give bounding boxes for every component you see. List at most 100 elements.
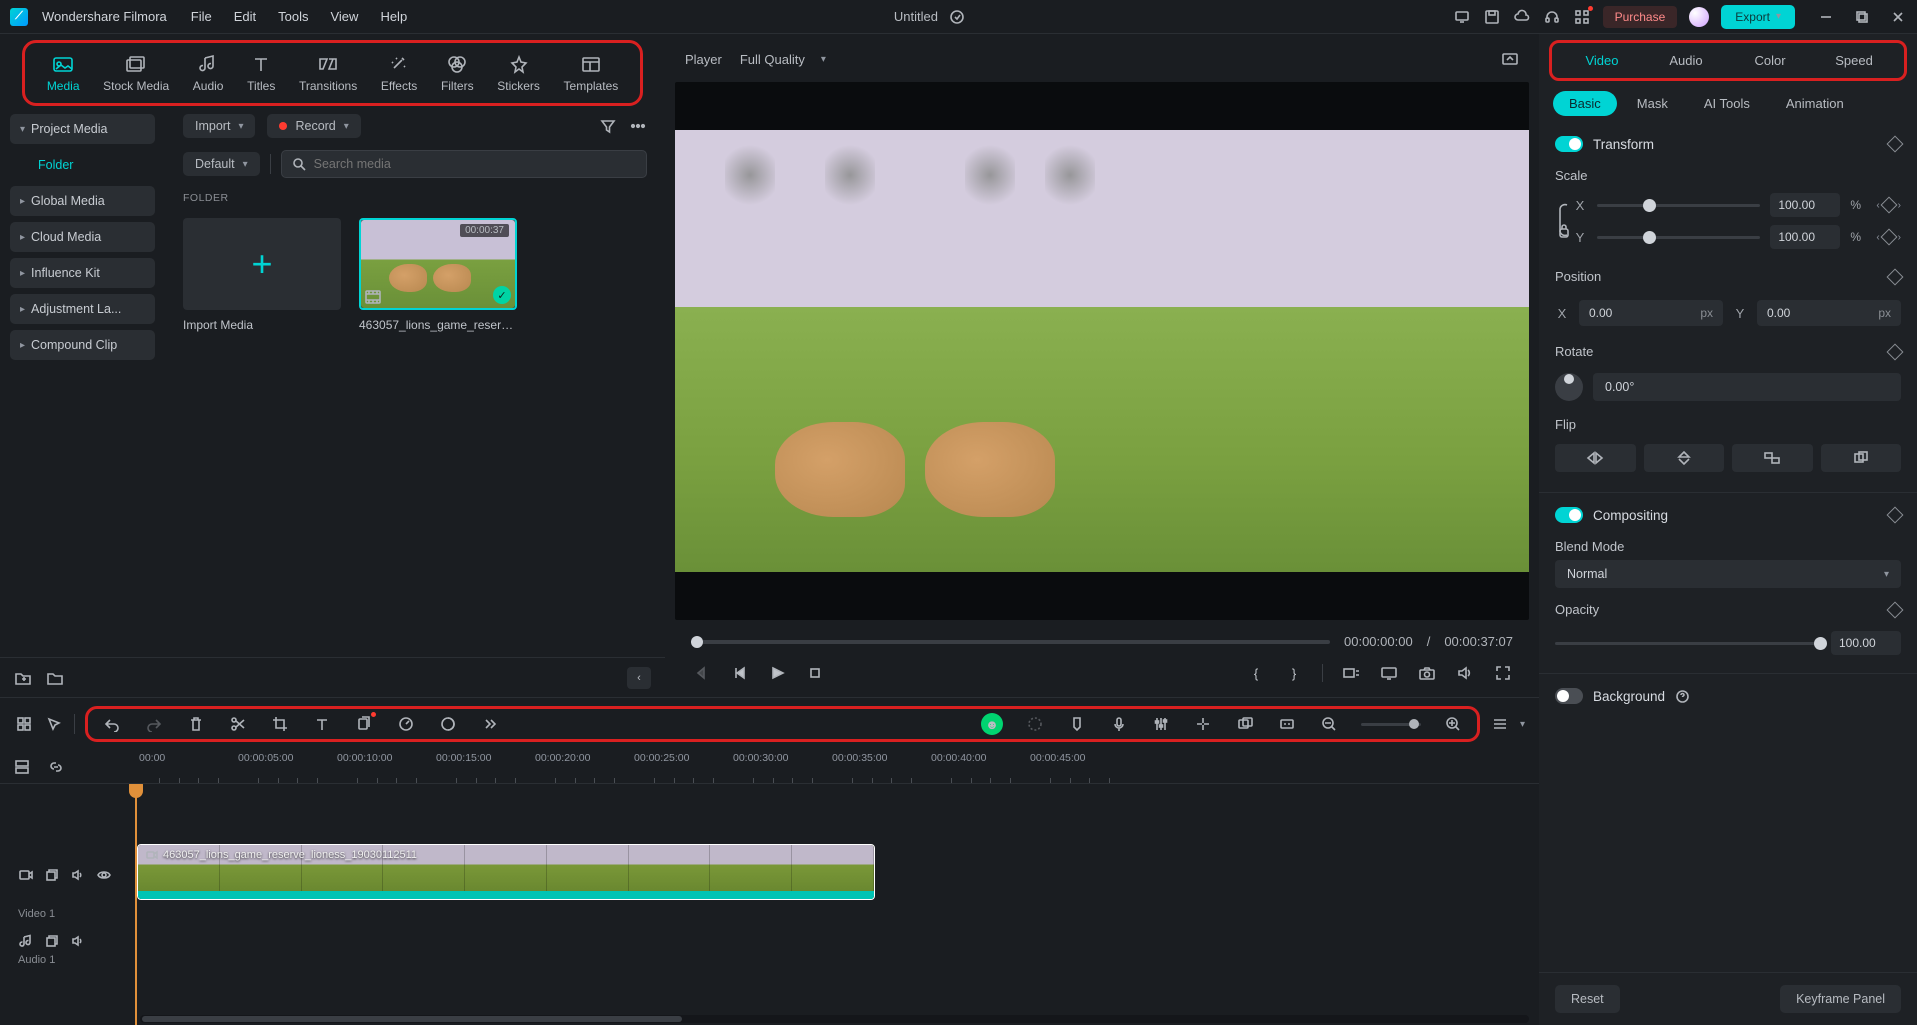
snapshot-compare-icon[interactable] bbox=[1501, 50, 1519, 68]
import-dropdown[interactable]: Import▾ bbox=[183, 114, 255, 138]
transform-toggle[interactable] bbox=[1555, 136, 1583, 152]
close-button[interactable] bbox=[1889, 8, 1907, 26]
tab-titles[interactable]: Titles bbox=[235, 49, 287, 97]
search-box[interactable] bbox=[281, 150, 647, 178]
scale-y-slider[interactable] bbox=[1597, 236, 1760, 239]
record-dropdown[interactable]: Record▾ bbox=[267, 114, 360, 138]
compositing-toggle[interactable] bbox=[1555, 507, 1583, 523]
flip-horizontal-button[interactable] bbox=[1555, 444, 1636, 472]
mark-in-button[interactable]: { bbox=[1246, 663, 1266, 683]
scrub-knob[interactable] bbox=[691, 636, 703, 648]
compositing-keyframe-icon[interactable] bbox=[1887, 507, 1904, 524]
voiceover-button[interactable] bbox=[1109, 714, 1129, 734]
link-xy-icon[interactable] bbox=[1557, 201, 1571, 241]
zoom-slider[interactable] bbox=[1361, 723, 1421, 726]
search-input[interactable] bbox=[314, 157, 636, 171]
sidebar-item-cloud-media[interactable]: ▸Cloud Media bbox=[10, 222, 155, 252]
mark-out-button[interactable]: } bbox=[1284, 663, 1304, 683]
auto-beat-button[interactable] bbox=[1193, 714, 1213, 734]
tab-filters[interactable]: Filters bbox=[429, 49, 485, 97]
rotate-dial[interactable] bbox=[1555, 373, 1583, 401]
sort-dropdown[interactable]: Default▾ bbox=[183, 152, 260, 176]
track-duplicate-icon[interactable] bbox=[44, 867, 60, 883]
opacity-field[interactable] bbox=[1831, 631, 1901, 655]
inspector-tab-audio[interactable]: Audio bbox=[1644, 49, 1728, 72]
color-button[interactable] bbox=[438, 714, 458, 734]
apps-icon[interactable] bbox=[1573, 8, 1591, 26]
split-button[interactable] bbox=[228, 714, 248, 734]
timeline-grid-icon[interactable] bbox=[14, 714, 34, 734]
quality-dropdown[interactable]: Full Quality▾ bbox=[740, 52, 826, 67]
sidebar-item-global-media[interactable]: ▸Global Media bbox=[10, 186, 155, 216]
filter-button[interactable] bbox=[599, 117, 617, 135]
caption-button[interactable] bbox=[1277, 714, 1297, 734]
audio-track-mute-icon[interactable] bbox=[70, 933, 86, 949]
blend-mode-select[interactable]: Normal▾ bbox=[1555, 560, 1901, 588]
import-media-tile[interactable]: + Import Media bbox=[183, 218, 341, 332]
keyframe-panel-button[interactable]: Keyframe Panel bbox=[1780, 985, 1901, 1013]
playhead[interactable] bbox=[135, 784, 137, 1025]
video-clip[interactable]: 463057_lions_game_reserve_lioness_190301… bbox=[137, 844, 875, 900]
track-visibility-icon[interactable] bbox=[96, 867, 112, 883]
track-mute-icon[interactable] bbox=[70, 867, 86, 883]
scale-y-field[interactable] bbox=[1770, 225, 1840, 249]
undo-button[interactable] bbox=[102, 714, 122, 734]
ai-face-icon[interactable]: ☻ bbox=[981, 713, 1003, 735]
tab-effects[interactable]: Effects bbox=[369, 49, 429, 97]
timeline-scrollbar[interactable] bbox=[140, 1015, 1529, 1023]
scale-x-field[interactable] bbox=[1770, 193, 1840, 217]
rotate-keyframe-icon[interactable] bbox=[1887, 343, 1904, 360]
headphones-icon[interactable] bbox=[1543, 8, 1561, 26]
new-folder-button[interactable] bbox=[14, 669, 32, 687]
timeline-select-icon[interactable] bbox=[44, 714, 64, 734]
user-avatar[interactable] bbox=[1689, 7, 1709, 27]
subtab-mask[interactable]: Mask bbox=[1621, 91, 1684, 116]
timeline-layers-icon[interactable] bbox=[12, 757, 32, 777]
prev-button[interactable] bbox=[691, 663, 711, 683]
menu-file[interactable]: File bbox=[191, 9, 212, 24]
tab-stock-media[interactable]: Stock Media bbox=[91, 49, 181, 97]
help-icon[interactable] bbox=[1675, 689, 1689, 703]
save-icon[interactable] bbox=[1483, 8, 1501, 26]
timeline-ruler[interactable]: 00:0000:00:05:0000:00:10:0000:00:15:0000… bbox=[135, 750, 1539, 783]
display-button[interactable] bbox=[1379, 663, 1399, 683]
stop-button[interactable] bbox=[805, 663, 825, 683]
new-bin-button[interactable] bbox=[46, 669, 64, 687]
maximize-button[interactable] bbox=[1853, 8, 1871, 26]
flip-vertical-button[interactable] bbox=[1644, 444, 1725, 472]
timeline-link-icon[interactable] bbox=[46, 757, 66, 777]
marker-button[interactable] bbox=[1067, 714, 1087, 734]
tab-transitions[interactable]: Transitions bbox=[287, 49, 369, 97]
rotate-field[interactable] bbox=[1593, 373, 1901, 401]
flip-both-button[interactable] bbox=[1732, 444, 1813, 472]
cloud-sync-icon[interactable] bbox=[948, 8, 966, 26]
more-tools-button[interactable] bbox=[480, 714, 500, 734]
more-menu-button[interactable] bbox=[629, 117, 647, 135]
media-clip-tile[interactable]: 00:00:37 ✓ 463057_lions_game_reserve_... bbox=[359, 218, 517, 332]
tab-media[interactable]: Media bbox=[35, 49, 91, 97]
timeline-view-button[interactable] bbox=[1490, 714, 1510, 734]
inspector-tab-color[interactable]: Color bbox=[1728, 49, 1812, 72]
position-keyframe-icon[interactable] bbox=[1887, 268, 1904, 285]
crop-button[interactable] bbox=[270, 714, 290, 734]
monitor-icon[interactable] bbox=[1453, 8, 1471, 26]
menu-tools[interactable]: Tools bbox=[278, 9, 308, 24]
zoom-in-button[interactable] bbox=[1443, 714, 1463, 734]
position-y-field[interactable]: 0.00px bbox=[1757, 300, 1901, 326]
sidebar-item-project-media[interactable]: ▾Project Media bbox=[10, 114, 155, 144]
subtab-ai-tools[interactable]: AI Tools bbox=[1688, 91, 1766, 116]
ratio-button[interactable] bbox=[1341, 663, 1361, 683]
tab-templates[interactable]: Templates bbox=[552, 49, 630, 97]
text-button[interactable] bbox=[312, 714, 332, 734]
position-x-field[interactable]: 0.00px bbox=[1579, 300, 1723, 326]
menu-help[interactable]: Help bbox=[380, 9, 407, 24]
play-button[interactable] bbox=[767, 663, 787, 683]
keyframe-tl-button[interactable] bbox=[1235, 714, 1255, 734]
player-viewport[interactable] bbox=[675, 82, 1529, 620]
collapse-sidebar-button[interactable]: ‹ bbox=[627, 667, 651, 689]
sidebar-item-adjustment-layer[interactable]: ▸Adjustment La... bbox=[10, 294, 155, 324]
opacity-slider[interactable] bbox=[1555, 642, 1821, 645]
reset-button[interactable]: Reset bbox=[1555, 985, 1620, 1013]
scale-x-keyframe-icon[interactable] bbox=[1880, 197, 1897, 214]
sidebar-sub-folder[interactable]: Folder bbox=[10, 150, 155, 180]
